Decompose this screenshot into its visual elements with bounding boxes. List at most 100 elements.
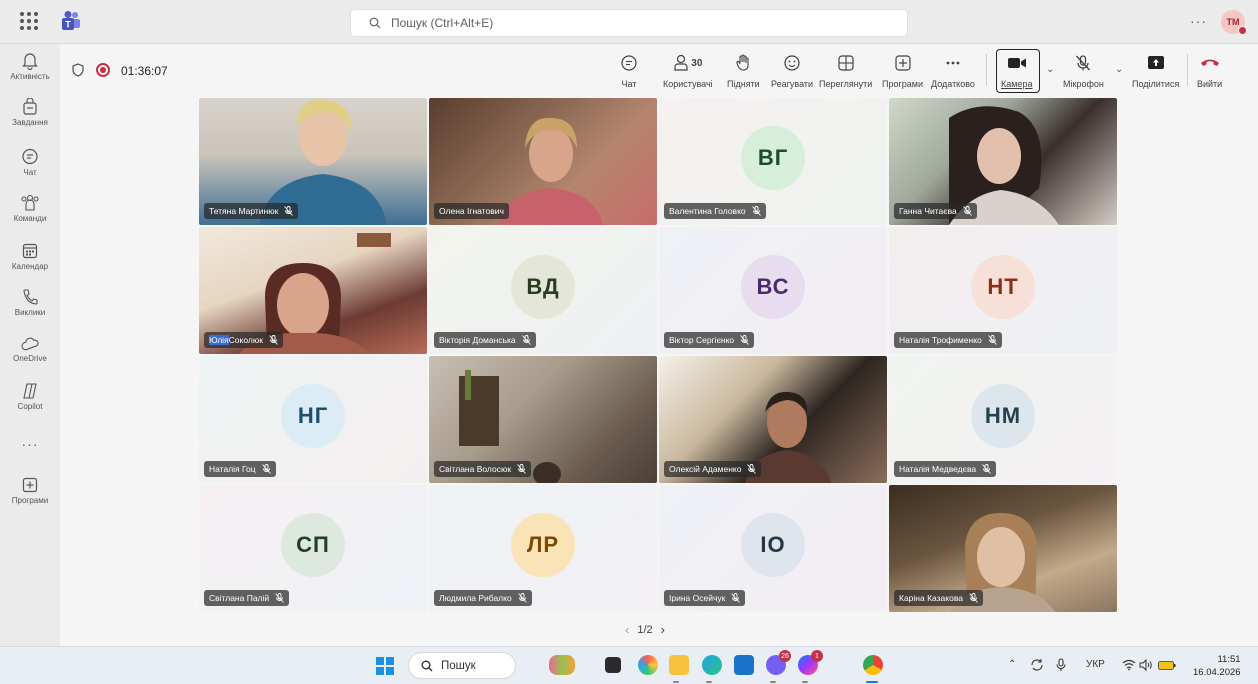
mic-off-icon [517, 464, 526, 474]
mic-off-icon [1076, 55, 1091, 71]
participant-tile[interactable]: Світлана Волосюк [429, 356, 657, 483]
rail-item-activity[interactable]: Активність [0, 52, 60, 81]
rail-label: OneDrive [13, 354, 47, 363]
flowers-widget-icon[interactable] [549, 655, 575, 675]
search-input[interactable]: Пошук (Ctrl+Alt+E) [350, 9, 908, 37]
rail-label: Активність [10, 72, 50, 81]
people-label: Користувачі [663, 79, 713, 89]
app-rail: Активність Завдання Чат Команди Календар… [0, 44, 60, 646]
teams-icon [21, 194, 39, 211]
more-label: Додатково [931, 79, 975, 89]
more-icon [946, 61, 960, 65]
participant-name: Віктор Сергієнко [669, 335, 735, 345]
participant-avatar: НГ [281, 383, 345, 448]
language-indicator[interactable]: УКР [1086, 659, 1105, 670]
rail-more-button[interactable]: ··· [0, 436, 60, 452]
participant-name: Вікторія Доманська [439, 335, 516, 345]
rail-item-copilot[interactable]: Copilot [0, 382, 60, 411]
rail-item-calls[interactable]: Виклики [0, 288, 60, 317]
participant-name-tag: Олексій Адаменко [664, 461, 762, 477]
user-initials: TM [1226, 17, 1240, 27]
chat-button[interactable]: Чат [620, 52, 638, 89]
running-indicator [673, 681, 679, 683]
mic-options-chevron-icon[interactable]: ⌄ [1115, 64, 1123, 75]
svg-text:T: T [65, 20, 71, 30]
recording-icon [96, 63, 110, 77]
participant-tile[interactable]: СП Світлана Палій [199, 485, 427, 612]
participant-tile[interactable]: НТ Наталія Трофименко [889, 227, 1117, 354]
photos-icon[interactable] [638, 655, 658, 675]
raise-hand-button[interactable]: Підняти [727, 52, 760, 89]
rail-item-tasks[interactable]: Завдання [0, 98, 60, 127]
grid-view-icon [838, 55, 854, 71]
participant-tile[interactable]: Олена Ігнатович [429, 98, 657, 225]
participant-name-tag: Віктор Сергієнко [664, 332, 755, 348]
rail-item-chat[interactable]: Чат [0, 148, 60, 177]
file-explorer-icon[interactable] [669, 655, 689, 675]
participant-tile[interactable]: Каріна Казакова [889, 485, 1117, 612]
rail-label: Команди [13, 214, 47, 223]
wifi-icon[interactable] [1122, 659, 1136, 671]
view-button[interactable]: Переглянути [819, 52, 872, 89]
participant-name: Олексій Адаменко [669, 464, 742, 474]
sync-icon[interactable] [1030, 658, 1044, 672]
camera-button[interactable]: Камера [1001, 52, 1032, 89]
user-avatar[interactable]: TM [1221, 10, 1247, 35]
windows-start-icon[interactable] [376, 657, 394, 675]
participant-tile[interactable]: Ганна Читаєва [889, 98, 1117, 225]
participant-tile[interactable]: НМ Наталія Медведєва [889, 356, 1117, 483]
volume-icon[interactable] [1139, 659, 1153, 671]
participant-name-tag: Світлана Волосюк [434, 461, 532, 477]
mic-off-icon [521, 335, 531, 345]
mic-off-icon [751, 206, 761, 216]
app-launcher-icon[interactable] [20, 12, 38, 30]
apps-button[interactable]: Програми [882, 52, 923, 89]
more-icon: ··· [21, 436, 39, 452]
share-button[interactable]: Поділитися [1132, 52, 1179, 89]
search-icon [369, 17, 381, 29]
store-icon[interactable] [734, 655, 754, 675]
meeting-toolbar: 01:36:07 Чат 30 Користувачі Підняти Реаг… [60, 44, 1258, 96]
participant-tile[interactable]: ВС Віктор Сергієнко [659, 227, 887, 354]
rail-label: Завдання [12, 118, 48, 127]
participant-name: Олена Ігнатович [439, 206, 504, 216]
participant-name: Соколюк [228, 335, 263, 345]
mic-button[interactable]: Мікрофон [1063, 52, 1104, 89]
taskbar-search[interactable]: Пошук [408, 652, 516, 679]
edge-browser-icon[interactable] [702, 655, 722, 675]
rail-item-onedrive[interactable]: OneDrive [0, 334, 60, 363]
pager-prev-button[interactable]: ‹ [625, 622, 629, 637]
participant-name: Валентина Головко [669, 206, 746, 216]
windows-taskbar: Пошук 26 1 ⌃ УКР 11:51 16.04.2026 [0, 646, 1258, 684]
participant-tile[interactable]: Тетяна Мартинюк [199, 98, 427, 225]
chat-label: Чат [621, 79, 637, 89]
participant-tile[interactable]: Юлія Соколюк [199, 227, 427, 354]
participant-tile[interactable]: ВД Вікторія Доманська [429, 227, 657, 354]
mic-off-icon [284, 206, 294, 216]
react-label: Реагувати [771, 79, 814, 89]
task-view-icon[interactable] [605, 657, 621, 673]
rail-item-teams[interactable]: Команди [0, 194, 60, 223]
participant-tile[interactable]: НГ Наталія Гоц [199, 356, 427, 483]
react-button[interactable]: Реагувати [771, 52, 813, 89]
participant-tile[interactable]: ЛР Людмила Рибалко [429, 485, 657, 612]
people-button[interactable]: 30 Користувачі [663, 52, 713, 89]
participant-avatar: ІО [741, 512, 805, 577]
tray-chevron-icon[interactable]: ⌃ [1008, 659, 1016, 670]
shield-icon[interactable] [72, 63, 84, 77]
settings-more-button[interactable]: ··· [1190, 13, 1207, 29]
rail-item-apps[interactable]: Програми [0, 476, 60, 505]
participant-tile[interactable]: Олексій Адаменко [659, 356, 887, 483]
pager-next-button[interactable]: › [661, 622, 665, 637]
more-button[interactable]: Додатково [931, 52, 975, 89]
chrome-icon[interactable] [863, 655, 883, 675]
rail-item-calendar[interactable]: Календар [0, 242, 60, 271]
participant-tile[interactable]: ІО Ірина Осейчук [659, 485, 887, 612]
system-clock[interactable]: 11:51 16.04.2026 [1193, 653, 1241, 679]
battery-icon[interactable] [1158, 661, 1176, 670]
leave-button[interactable]: Вийти [1197, 52, 1222, 89]
participant-tile[interactable]: ВГ Валентина Головко [659, 98, 887, 225]
camera-options-chevron-icon[interactable]: ⌄ [1046, 64, 1054, 75]
microphone-icon[interactable] [1055, 658, 1067, 672]
people-count: 30 [691, 57, 703, 69]
